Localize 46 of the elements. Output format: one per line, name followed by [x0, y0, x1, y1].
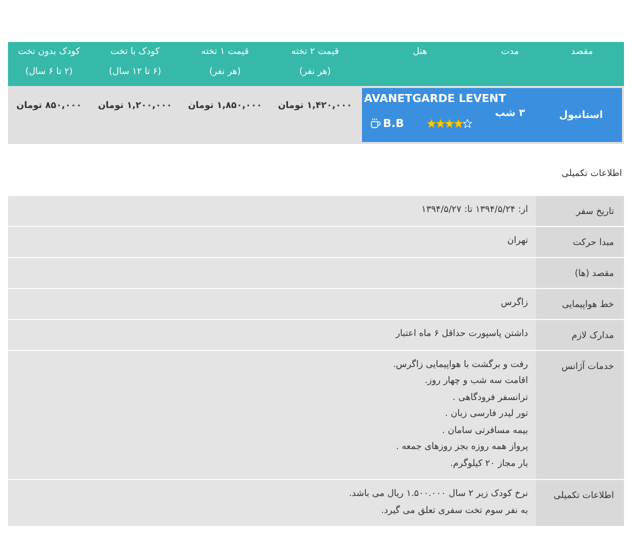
detail-label: مقصد (ها) — [574, 268, 614, 278]
detail-text: تهران — [506, 234, 528, 248]
destination: استانبول — [559, 108, 603, 122]
column-heading: هتل — [412, 46, 428, 59]
column-note: (هر نفر) — [209, 66, 241, 78]
price: ۱,۴۲۰,۰۰۰ تومان — [278, 100, 352, 113]
duration: ۳ شب — [495, 107, 526, 121]
price: ۱,۸۵۰,۰۰۰ تومان — [188, 100, 262, 113]
column-heading: قیمت ۲ تخته — [291, 46, 339, 59]
detail-label: خدمات آژانس — [561, 362, 614, 372]
price: ۱,۲۰۰,۰۰۰ تومان — [98, 100, 172, 113]
price: ۸۵۰,۰۰۰ تومان — [16, 100, 82, 113]
column-heading: قیمت ۱ تخته — [201, 46, 249, 59]
star-icon — [436, 119, 445, 128]
detail-text: بار مجاز ۲۰ کیلوگرم. — [449, 458, 528, 470]
detail-text: رفت و برگشت با هواپیمایی زاگرس. — [392, 358, 528, 372]
detail-text: نرخ کودک زیر ۲ سال ۱.۵۰۰.۰۰۰ ریال می باشد. — [348, 488, 528, 501]
column-heading: مدت — [500, 46, 520, 59]
detail-label: خط هواپیمایی — [562, 300, 614, 310]
star-icon — [454, 119, 463, 128]
detail-text: بیمه مسافرتی سامان . — [440, 424, 528, 438]
board-basis: B.B — [370, 116, 404, 132]
star-icon — [427, 119, 436, 128]
detail-text: زاگرس — [500, 296, 528, 310]
star-icon — [463, 119, 472, 128]
column-heading: مقصد — [571, 46, 593, 59]
section-title: اطلاعات تکمیلی — [560, 168, 623, 181]
column-note: (۲ تا ۶ سال) — [25, 66, 73, 78]
detail-label: تاریخ سفر — [576, 206, 614, 216]
detail-text: از: ۱۳۹۴/۵/۲۴ تا: ۱۳۹۴/۵/۲۷ — [420, 204, 528, 216]
cup-icon — [370, 118, 381, 130]
detail-text: تور لیدر فارسی زبان . — [444, 408, 528, 421]
column-heading: کودک با تخت — [110, 46, 160, 59]
detail-text: داشتن پاسپورت حداقل ۶ ماه اعتبار — [394, 328, 528, 340]
column-note: (۶ تا ۱۲ سال) — [108, 66, 162, 78]
column-note: (هر نفر) — [299, 66, 331, 78]
detail-label: مبدا حرکت — [572, 238, 614, 248]
detail-text: پرواز همه روزه بجز روزهای جمعه . — [394, 441, 528, 454]
detail-text: ترانسفر فرودگاهی . — [451, 392, 528, 404]
detail-text: اقامت سه شب و چهار روز. — [424, 375, 528, 388]
star-icon — [445, 119, 454, 128]
column-heading: کودک بدون تخت — [18, 46, 80, 59]
detail-text: به نفر سوم تخت سفری تعلق می گیرد. — [380, 504, 528, 518]
hotel-name: AVANETGARDE LEVENT — [364, 91, 506, 107]
detail-label: مدارک لازم — [572, 330, 614, 340]
detail-label: اطلاعات تکمیلی — [554, 491, 614, 501]
